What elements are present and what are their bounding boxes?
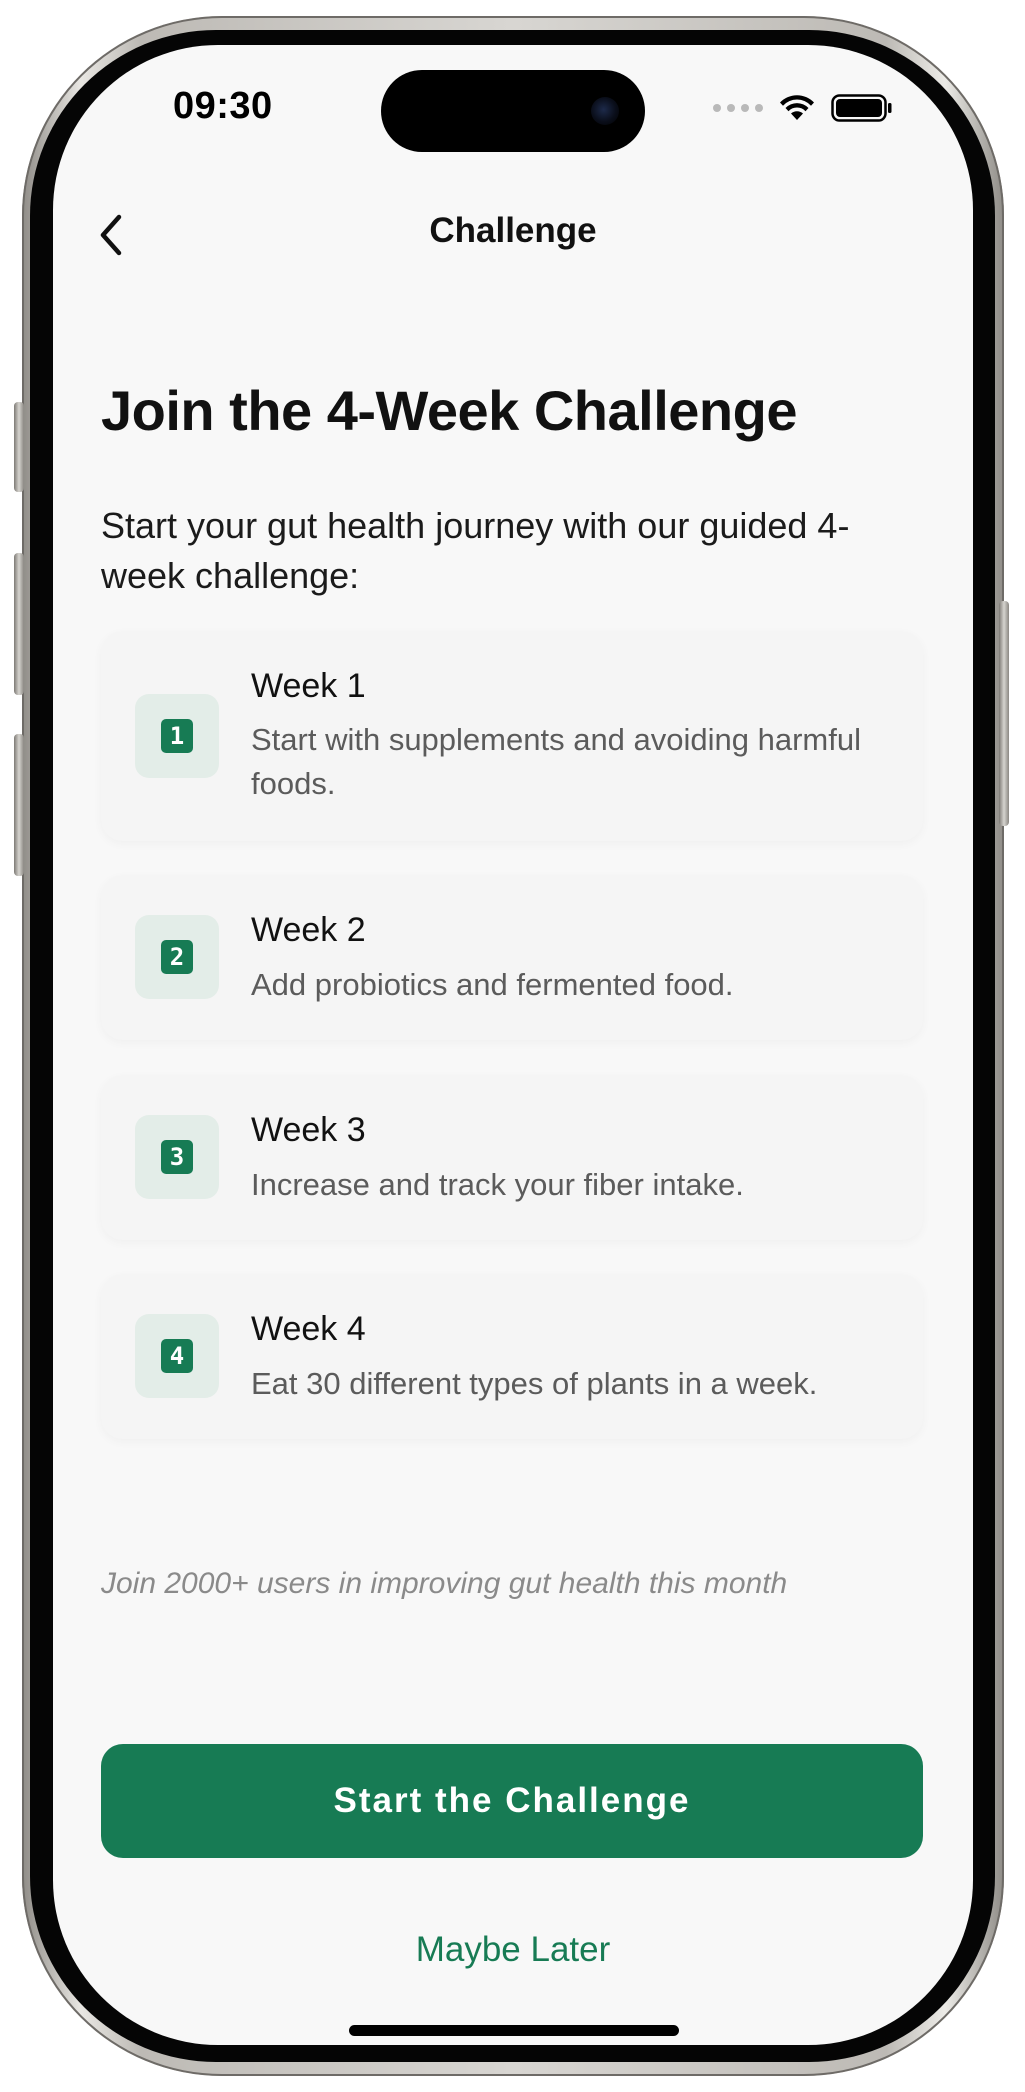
app-screen: 09:30 Challenge Join the 4-Week Challeng…: [53, 45, 973, 2045]
week-number-icon: 1: [135, 694, 219, 778]
week-title: Week 3: [251, 1111, 366, 1149]
week-description: Increase and track your fiber intake.: [251, 1167, 744, 1202]
week-description: Eat 30 different types of plants in a we…: [251, 1366, 818, 1401]
week-title: Week 1: [251, 667, 366, 705]
week-card-3: 3 Week 3 Increase and track your fiber i…: [101, 1075, 923, 1240]
dynamic-island: [381, 70, 645, 152]
week-description: Start with supplements and avoiding harm…: [251, 722, 861, 801]
volume-down-button: [14, 734, 24, 876]
power-button: [999, 601, 1009, 826]
week-card-2: 2 Week 2 Add probiotics and fermented fo…: [101, 875, 923, 1040]
week-card-4: 4 Week 4 Eat 30 different types of plant…: [101, 1274, 923, 1439]
week-description: Add probiotics and fermented food.: [251, 967, 734, 1002]
wifi-icon: [780, 95, 814, 120]
front-camera-icon: [591, 97, 619, 125]
nav-title: Challenge: [429, 211, 597, 250]
action-button: [14, 402, 24, 492]
week-number-icon: 4: [135, 1314, 219, 1398]
week-number-icon: 2: [135, 915, 219, 999]
week-title: Week 4: [251, 1310, 366, 1348]
intro-text: Start your gut health journey with our g…: [101, 505, 850, 596]
home-indicator[interactable]: [349, 2025, 679, 2036]
status-icons: [713, 93, 893, 123]
social-proof-text: Join 2000+ users in improving gut health…: [101, 1567, 788, 1600]
battery-icon: [831, 94, 892, 122]
page-title: Join the 4-Week Challenge: [101, 379, 797, 442]
week-title: Week 2: [251, 911, 366, 949]
volume-up-button: [14, 553, 24, 695]
start-challenge-button[interactable]: Start the Challenge: [101, 1744, 923, 1858]
maybe-later-link[interactable]: Maybe Later: [53, 1930, 973, 1970]
status-time: 09:30: [173, 85, 273, 127]
week-card-1: 1 Week 1 Start with supplements and avoi…: [101, 631, 923, 841]
week-number-icon: 3: [135, 1115, 219, 1199]
cellular-dots-icon: [713, 104, 763, 112]
